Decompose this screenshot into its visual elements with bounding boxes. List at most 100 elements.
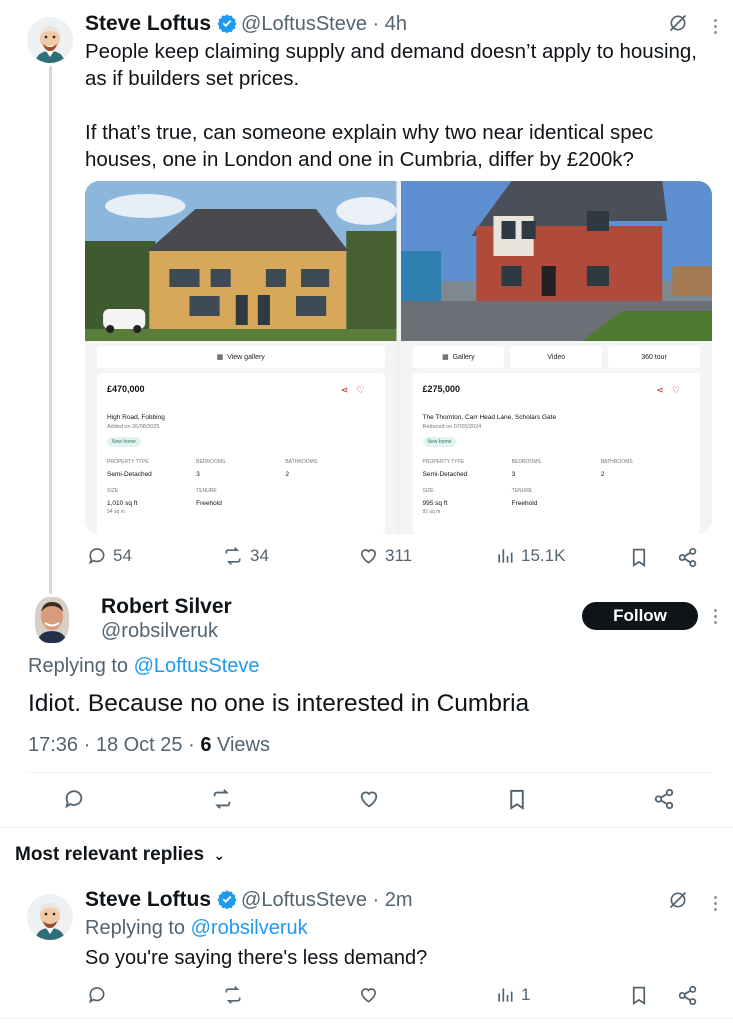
handle-time[interactable]: @LoftusSteve · 2m <box>241 889 412 911</box>
detail-sub: 94 sq m <box>107 509 125 515</box>
verified-badge-icon <box>217 13 237 38</box>
avatar[interactable] <box>27 17 73 63</box>
video-label: Video <box>547 353 566 361</box>
replying-prefix: Replying to <box>85 917 191 939</box>
views-label: Views <box>211 734 270 756</box>
bookmark-icon[interactable] <box>630 985 648 1011</box>
listing-price: £275,000 <box>422 384 461 394</box>
author-name[interactable]: Steve Loftus <box>85 12 211 35</box>
reply-meta: 17:36 · 18 Oct 25 · 6 Views <box>28 734 270 757</box>
grok-icon[interactable] <box>668 13 688 38</box>
listing-card: £470,000 ⋖♡ High Road, Fobbing Added on … <box>97 373 385 534</box>
listing-screenshot-right[interactable]: ▦ Gallery Video 360 tour £275,000 ⋖♡ The… <box>400 181 712 534</box>
timestamp[interactable]: 17:36 · 18 Oct 25 · <box>28 734 200 756</box>
views-count: 1 <box>521 985 531 1004</box>
replies-sort-dropdown[interactable]: Most relevant replies ⌄ <box>15 844 225 866</box>
detail-label: BEDROOMS <box>196 459 226 465</box>
listing-tabs: ▦ Gallery Video 360 tour <box>412 346 701 368</box>
reply-count: 54 <box>113 546 132 565</box>
author-handle[interactable]: @robsilveruk <box>101 620 218 643</box>
share-icon[interactable] <box>677 547 698 573</box>
repost-button[interactable]: 34 <box>222 546 269 566</box>
listing-screenshot-left[interactable]: ▦ View gallery £470,000 ⋖♡ High Road, Fo… <box>85 181 397 534</box>
heart-icon[interactable] <box>358 985 379 1010</box>
divider <box>0 1018 733 1019</box>
new-home-badge: New home <box>107 437 141 447</box>
share-icon[interactable] <box>653 788 675 815</box>
reply-icon[interactable] <box>63 788 85 815</box>
detail-label: BATHROOMS <box>600 459 633 465</box>
reply-text: Idiot. Because no one is interested in C… <box>28 690 530 717</box>
views-icon <box>498 549 513 563</box>
chevron-down-icon: ⌄ <box>213 847 226 863</box>
listing-card: £275,000 ⋖♡ The Thornton, Carr Head Lane… <box>412 373 700 534</box>
post-header: Steve Loftus @LoftusSteve · 4h <box>85 12 407 38</box>
detail-label: TENURE <box>511 488 533 494</box>
replying-to-link[interactable]: @robsilveruk <box>191 917 308 939</box>
post-text-line: as if builders set prices. <box>85 67 300 90</box>
post-media[interactable]: ▦ View gallery £470,000 ⋖♡ High Road, Fo… <box>85 181 712 534</box>
cartoon-avatar-icon <box>27 894 73 940</box>
replying-to: Replying to @robsilveruk <box>85 917 308 940</box>
detail-label: TENURE <box>196 488 217 494</box>
photo-avatar-icon <box>35 597 69 643</box>
detail-value: 2 <box>285 471 289 478</box>
bookmark-icon[interactable] <box>507 788 527 816</box>
video-tab[interactable]: Video <box>510 346 603 368</box>
more-options-icon[interactable] <box>712 19 718 34</box>
gallery-tab[interactable]: ▦ Gallery <box>412 346 505 368</box>
gallery-label: Gallery <box>452 353 475 361</box>
cartoon-avatar-icon <box>27 17 73 63</box>
heart-icon <box>360 549 377 564</box>
detail-value: 3 <box>511 471 516 478</box>
reply2-text: So you're saying there's less demand? <box>85 947 428 969</box>
divider <box>0 827 733 828</box>
avatar[interactable] <box>35 597 69 643</box>
more-options-icon[interactable] <box>712 896 718 911</box>
follow-button[interactable]: Follow <box>582 602 698 630</box>
reply-button[interactable]: 54 <box>87 546 132 566</box>
views-icon <box>498 988 513 1002</box>
detail-value: Freehold <box>196 500 222 507</box>
listing-price: £470,000 <box>107 384 145 394</box>
like-button[interactable]: 311 <box>358 546 412 566</box>
repost-icon[interactable] <box>210 788 234 815</box>
author-name[interactable]: Steve Loftus <box>85 888 211 911</box>
reply-icon[interactable] <box>87 985 107 1010</box>
repost-icon[interactable] <box>222 985 244 1010</box>
reply-icon <box>88 548 105 565</box>
detail-label: SIZE <box>107 488 119 494</box>
views-count: 15.1K <box>521 546 566 565</box>
views-button[interactable]: 15.1K <box>495 546 565 566</box>
grok-icon[interactable] <box>668 890 688 915</box>
bookmark-icon[interactable] <box>630 547 648 573</box>
thread-line <box>49 66 52 594</box>
detail-label: PROPERTY TYPE <box>107 459 149 465</box>
tour-tab[interactable]: 360 tour <box>608 346 700 368</box>
replying-to: Replying to @LoftusSteve <box>28 655 260 678</box>
listing-address: High Road, Fobbing <box>107 414 165 421</box>
heart-icon[interactable] <box>358 788 380 815</box>
share-icon[interactable] <box>677 985 698 1011</box>
post-text-line: People keep claiming supply and demand d… <box>85 40 697 63</box>
listing-added: Added on 26/08/2025 <box>107 424 160 430</box>
detail-label: PROPERTY TYPE <box>422 459 465 465</box>
post-text: People keep claiming supply and demand d… <box>85 38 715 173</box>
house-photo-icon <box>400 181 712 341</box>
avatar[interactable] <box>27 894 73 940</box>
view-gallery-button[interactable]: ▦ View gallery <box>97 346 385 368</box>
detail-value: Semi-Detached <box>422 471 468 478</box>
post-text-line: houses, one in London and one in Cumbria… <box>85 148 634 171</box>
replying-prefix: Replying to <box>28 655 134 677</box>
replying-to-link[interactable]: @LoftusSteve <box>134 655 260 677</box>
detail-value: 2 <box>600 471 605 478</box>
views-count: 6 <box>200 734 212 756</box>
handle-time[interactable]: @LoftusSteve · 4h <box>241 13 407 35</box>
verified-badge-icon <box>217 889 237 914</box>
more-options-icon[interactable] <box>712 609 718 624</box>
detail-sub: 92 sq m <box>422 509 441 515</box>
author-name[interactable]: Robert Silver <box>101 595 232 619</box>
views-button[interactable]: 1 <box>495 985 530 1005</box>
repost-icon <box>225 547 241 565</box>
